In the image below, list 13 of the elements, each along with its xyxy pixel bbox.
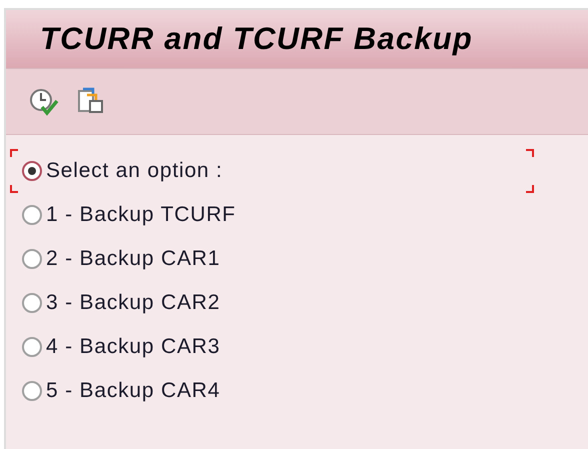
option-label: 5 - Backup CAR4: [46, 378, 220, 404]
option-label: Select an option :: [46, 158, 223, 184]
radio-button[interactable]: [22, 249, 42, 269]
option-label: 4 - Backup CAR3: [46, 334, 220, 360]
option-label: 2 - Backup CAR1: [46, 246, 220, 272]
option-label: 1 - Backup TCURF: [46, 202, 236, 228]
window-title: TCURR and TCURF Backup: [40, 20, 473, 58]
radio-button[interactable]: [22, 337, 42, 357]
radio-button[interactable]: [22, 381, 42, 401]
radio-button[interactable]: [22, 205, 42, 225]
radio-button[interactable]: [22, 293, 42, 313]
radio-button[interactable]: [22, 161, 42, 181]
option-label: 3 - Backup CAR2: [46, 290, 220, 316]
